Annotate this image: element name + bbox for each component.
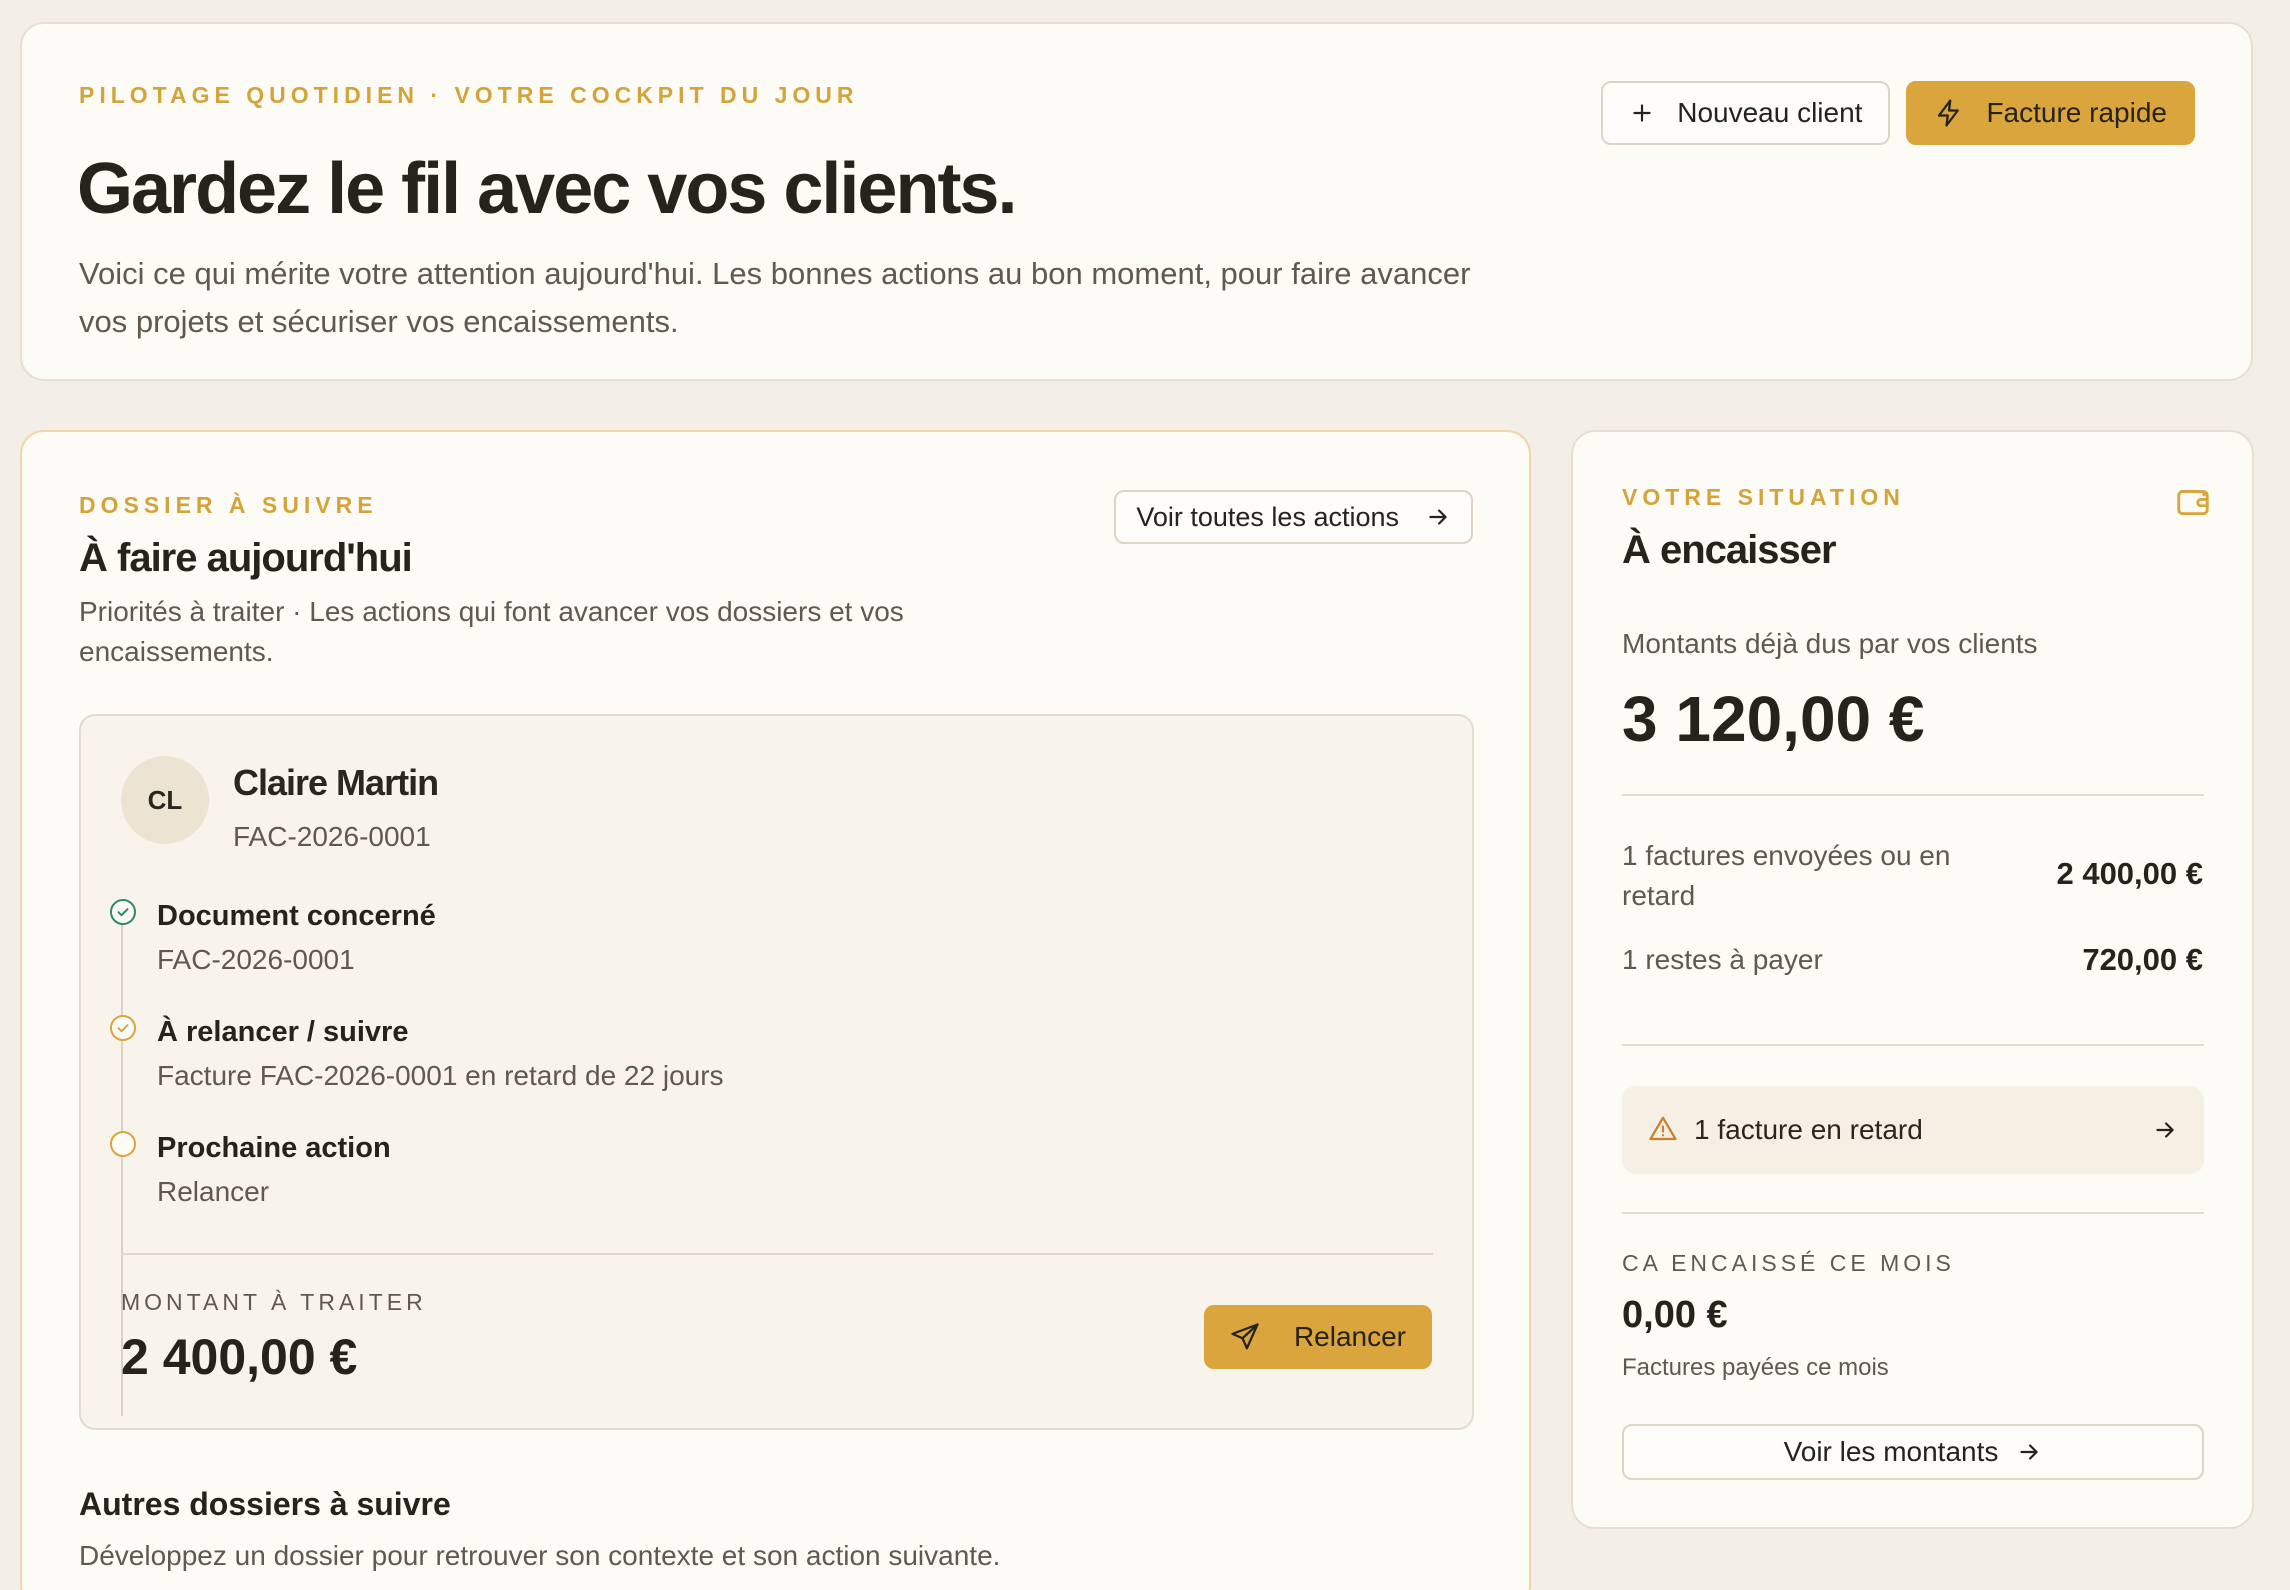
- see-amounts-button[interactable]: Voir les montants: [1622, 1424, 2204, 1480]
- divider: [1622, 794, 2204, 796]
- avatar: CL: [121, 756, 209, 844]
- case-card[interactable]: CL Claire Martin FAC-2026-0001 Document …: [79, 714, 1474, 1430]
- today-card: DOSSIER À SUIVRE À faire aujourd'hui Pri…: [20, 430, 1531, 1590]
- today-eyebrow: DOSSIER À SUIVRE: [79, 492, 378, 518]
- due-label: Montants déjà dus par vos clients: [1622, 628, 2038, 659]
- see-all-actions-button[interactable]: Voir toutes les actions: [1114, 490, 1473, 544]
- month-revenue-caption: Factures payées ce mois: [1622, 1354, 1889, 1381]
- arrow-right-icon: [1429, 509, 1447, 525]
- divider: [121, 1253, 1433, 1255]
- step-value: FAC-2026-0001: [157, 944, 355, 975]
- other-cases-title: Autres dossiers à suivre: [79, 1486, 451, 1522]
- step-value: Facture FAC-2026-0001 en retard de 22 jo…: [157, 1060, 724, 1091]
- quick-invoice-button[interactable]: Facture rapide: [1906, 81, 2195, 145]
- relancer-label: Relancer: [1293, 1321, 1406, 1352]
- arrow-right-icon: [2020, 1444, 2039, 1460]
- lightning-icon: [1938, 99, 1960, 127]
- hero-eyebrow: PILOTAGE QUOTIDIEN · VOTRE COCKPIT DU JO…: [79, 82, 859, 108]
- step-label: Document concerné: [157, 900, 436, 932]
- divider: [1622, 1212, 2204, 1214]
- see-amounts-label: Voir les montants: [1783, 1436, 1999, 1467]
- pending-circle-icon: [110, 1131, 136, 1157]
- overdue-alert[interactable]: 1 facture en retard: [1622, 1086, 2204, 1174]
- amount-value: 2 400,00 €: [121, 1329, 358, 1385]
- amount-label: MONTANT À TRAITER: [121, 1289, 427, 1315]
- today-title: À faire aujourd'hui: [79, 536, 413, 580]
- sent-invoices-value: 2 400,00 €: [2056, 856, 2203, 891]
- client-name: Claire Martin: [233, 762, 439, 803]
- client-reference: FAC-2026-0001: [233, 821, 431, 852]
- step-value: Relancer: [157, 1176, 270, 1207]
- today-description: Priorités à traiter · Les actions qui fo…: [79, 596, 904, 667]
- other-cases-description: Développez un dossier pour retrouver son…: [79, 1540, 1001, 1571]
- see-all-actions-label: Voir toutes les actions: [1136, 501, 1399, 532]
- situation-title: À encaisser: [1622, 528, 1837, 572]
- new-client-label: Nouveau client: [1677, 97, 1863, 128]
- situation-card: VOTRE SITUATION À encaisser Montants déj…: [1571, 430, 2254, 1529]
- divider: [1622, 1044, 2204, 1046]
- month-revenue-value: 0,00 €: [1622, 1294, 1728, 1336]
- arrow-right-icon: [2156, 1122, 2174, 1138]
- quick-invoice-label: Facture rapide: [1986, 97, 2167, 128]
- check-circle-icon: [110, 899, 136, 925]
- wallet-icon: [2177, 490, 2209, 516]
- relancer-button[interactable]: Relancer: [1203, 1305, 1432, 1369]
- step-label: Prochaine action: [157, 1132, 391, 1164]
- remaining-value: 720,00 €: [2082, 942, 2203, 977]
- send-icon: [1231, 1323, 1259, 1350]
- plus-icon: [1633, 104, 1651, 122]
- warning-icon: [1649, 1116, 1677, 1141]
- hero-subtitle: Voici ce qui mérite votre attention aujo…: [79, 256, 1471, 339]
- month-revenue-label: CA ENCAISSÉ CE MOIS: [1622, 1250, 1955, 1276]
- overdue-alert-label: 1 facture en retard: [1694, 1114, 1923, 1145]
- due-value: 3 120,00 €: [1622, 683, 1925, 755]
- dashboard-page: PILOTAGE QUOTIDIEN · VOTRE COCKPIT DU JO…: [0, 0, 2290, 1590]
- remaining-label: 1 restes à payer: [1622, 944, 1823, 975]
- situation-eyebrow: VOTRE SITUATION: [1622, 484, 1905, 510]
- hero-card: PILOTAGE QUOTIDIEN · VOTRE COCKPIT DU JO…: [20, 22, 2253, 381]
- step-label: À relancer / suivre: [157, 1016, 409, 1048]
- page-title: Gardez le fil avec vos clients.: [77, 149, 1017, 229]
- new-client-button[interactable]: Nouveau client: [1601, 81, 1891, 145]
- sent-invoices-label: 1 factures envoyées ou en retard: [1622, 840, 1951, 911]
- check-circle-icon: [110, 1015, 136, 1041]
- hero-actions: Nouveau client Facture rapide: [1601, 81, 2195, 145]
